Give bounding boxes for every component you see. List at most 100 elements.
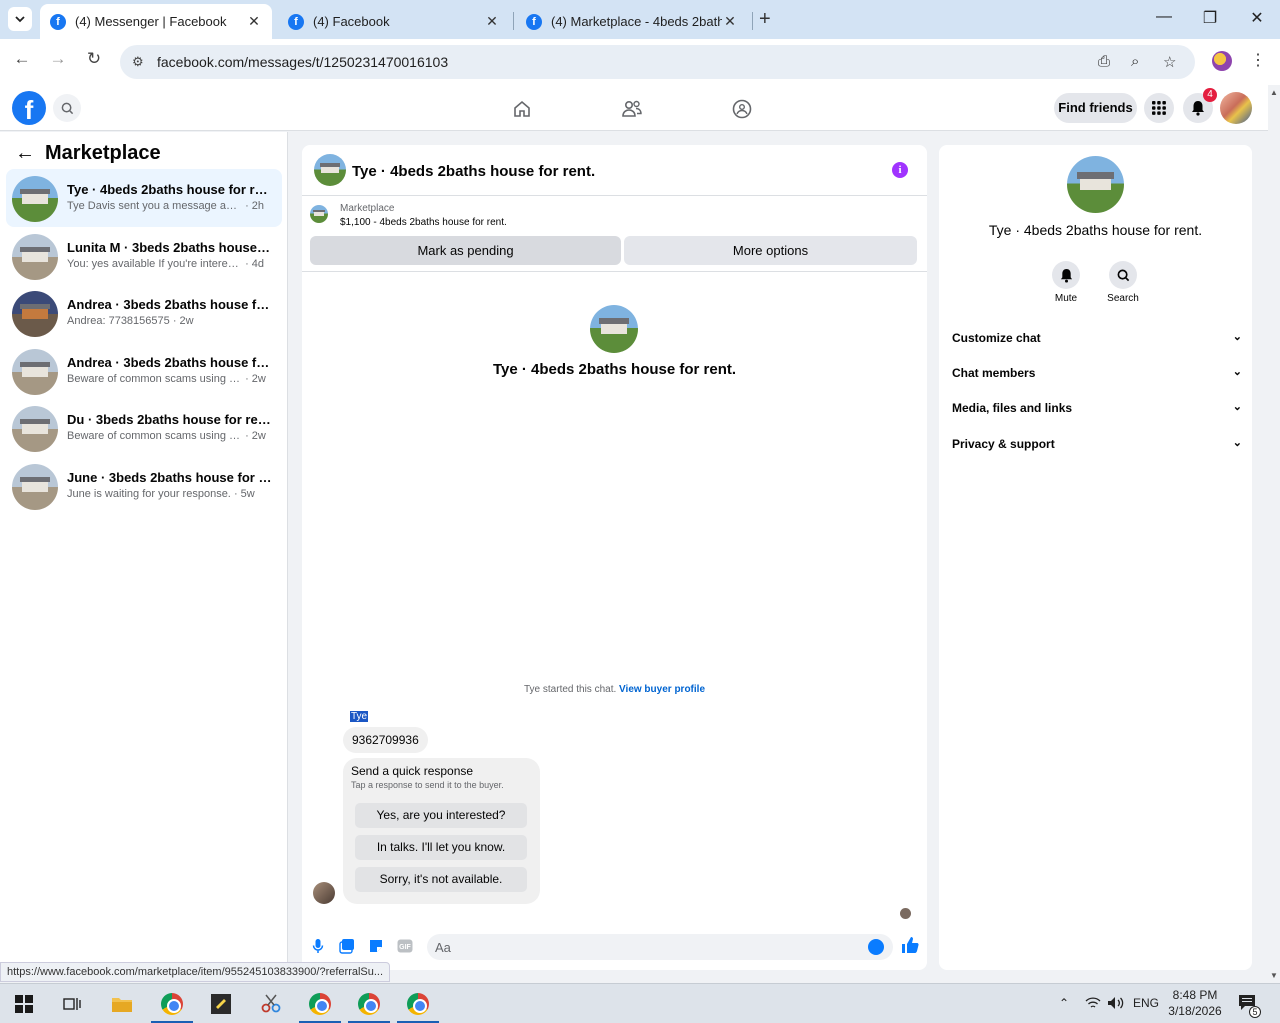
tab-facebook[interactable]: f (4) Facebook ✕ [278, 4, 510, 39]
minimize-button[interactable]: — [1141, 8, 1187, 26]
conversation-item[interactable]: Andrea · 3beds 2baths house for r... And… [6, 284, 282, 342]
network-icon[interactable] [1085, 996, 1101, 1013]
page-scrollbar[interactable]: ▲ ▼ [1268, 85, 1280, 982]
customize-chat-section[interactable]: Customize chat ⌄ [952, 331, 1242, 345]
conversation-item[interactable]: Tye · 4beds 2baths house for rent. Tye D… [6, 169, 282, 227]
browser-toolbar: ← → ↻ ⚙ facebook.com/messages/t/12502314… [0, 39, 1280, 85]
friends-icon [622, 100, 642, 117]
info-avatar [1067, 156, 1124, 213]
search-button[interactable] [53, 94, 81, 122]
friends-nav[interactable] [620, 97, 644, 121]
attach-photo-button[interactable] [339, 938, 355, 954]
chrome-taskbar-button[interactable] [299, 991, 341, 1023]
scroll-up-icon[interactable]: ▲ [1270, 88, 1278, 97]
scissors-icon [261, 994, 281, 1013]
conversation-preview: Beware of common scams using pay... · 2w [67, 373, 266, 385]
chevron-down-icon: ⌄ [1232, 366, 1242, 378]
mute-button[interactable] [1052, 261, 1080, 289]
conversation-item[interactable]: Du · 3beds 2baths house for rent . Bewar… [6, 399, 282, 457]
start-button[interactable] [11, 991, 37, 1017]
listing-thumbnail[interactable] [310, 205, 328, 223]
gif-button[interactable]: GIF [397, 938, 413, 954]
menu-button[interactable] [1144, 93, 1174, 123]
task-view-icon [63, 998, 81, 1010]
emoji-icon[interactable] [868, 939, 884, 955]
tab-marketplace[interactable]: f (4) Marketplace - 4beds 2baths ✕ [516, 4, 748, 39]
message-input[interactable]: Aa [427, 934, 893, 960]
browser-menu-icon[interactable]: ⋮ [1250, 50, 1266, 70]
status-bar-url: https://www.facebook.com/marketplace/ite… [0, 962, 391, 982]
privacy-support-section[interactable]: Privacy & support ⌄ [952, 437, 1242, 451]
install-app-icon[interactable]: ⎙ [1098, 53, 1110, 70]
close-tab-icon[interactable]: ✕ [722, 13, 738, 30]
groups-nav[interactable] [730, 97, 754, 121]
chrome-taskbar-button[interactable] [151, 991, 193, 1023]
quick-reply-button[interactable]: Sorry, it's not available. [355, 867, 527, 892]
account-avatar[interactable] [1220, 92, 1252, 124]
chat-title[interactable]: Tye · 4beds 2baths house for rent. [352, 163, 595, 180]
find-friends-button[interactable]: Find friends [1054, 93, 1137, 123]
language-indicator[interactable]: ENG [1133, 996, 1159, 1010]
show-hidden-icons[interactable]: ⌃ [1059, 996, 1069, 1010]
tab-divider [513, 12, 514, 30]
mic-button[interactable] [310, 938, 326, 954]
browser-tab-strip: f (4) Messenger | Facebook ✕ f (4) Faceb… [0, 0, 1280, 39]
conversation-item[interactable]: June · 3beds 2baths house for rent . Jun… [6, 457, 282, 515]
search-chat-button[interactable] [1109, 261, 1137, 289]
clock-time: 8:48 PM [1172, 988, 1218, 1002]
quick-reply-button[interactable]: In talks. I'll let you know. [355, 835, 527, 860]
like-button[interactable] [901, 936, 919, 954]
chat-avatar[interactable] [314, 154, 346, 186]
message-bubble: 9362709936 [343, 727, 428, 753]
tab-search-button[interactable] [8, 7, 32, 31]
reload-button[interactable]: ↻ [82, 49, 106, 73]
sticky-notes-button[interactable] [208, 991, 234, 1017]
browser-profile-avatar[interactable] [1212, 51, 1232, 71]
quick-response-title: Send a quick response [351, 764, 474, 778]
file-explorer-button[interactable] [109, 991, 135, 1017]
task-view-button[interactable] [59, 991, 85, 1017]
restore-button[interactable]: ❐ [1187, 8, 1233, 28]
chat-started-notice: Tye started this chat. View buyer profil… [524, 684, 705, 695]
tab-title: (4) Messenger | Facebook [75, 14, 227, 29]
new-tab-button[interactable]: + [759, 8, 771, 31]
back-arrow-icon[interactable]: ← [15, 142, 35, 165]
volume-icon[interactable] [1107, 996, 1125, 1013]
listing-price-title[interactable]: $1,100 - 4beds 2baths house for rent. [340, 217, 507, 228]
back-button[interactable]: ← [10, 49, 34, 73]
info-icon[interactable]: i [892, 162, 908, 178]
close-tab-icon[interactable]: ✕ [484, 13, 500, 30]
conversation-item[interactable]: Andrea · 3beds 2baths house for r... Bew… [6, 342, 282, 400]
mark-as-pending-button[interactable]: Mark as pending [310, 236, 621, 265]
zoom-icon[interactable]: ⌕ [1131, 53, 1139, 70]
sticker-button[interactable] [368, 938, 384, 954]
tab-messenger[interactable]: f (4) Messenger | Facebook ✕ [40, 4, 272, 39]
view-buyer-profile-link[interactable]: View buyer profile [619, 684, 705, 695]
close-window-button[interactable]: ✕ [1234, 8, 1280, 28]
speaker-icon [1108, 997, 1124, 1009]
forward-button[interactable]: → [46, 49, 70, 73]
address-bar[interactable]: ⚙ facebook.com/messages/t/12502314700161… [120, 45, 1195, 79]
groups-icon [732, 99, 752, 119]
site-info-icon[interactable]: ⚙ [132, 54, 144, 70]
more-options-button[interactable]: More options [624, 236, 917, 265]
close-tab-icon[interactable]: ✕ [246, 13, 262, 30]
info-name: Tye · 4beds 2baths house for rent. [988, 222, 1203, 238]
scroll-down-icon[interactable]: ▼ [1270, 971, 1278, 980]
bookmark-star-icon[interactable]: ☆ [1163, 53, 1176, 71]
conversation-preview: Tye Davis sent you a message about y... … [67, 200, 265, 212]
conversation-preview: You: yes available If you're interested … [67, 258, 265, 270]
chrome-taskbar-button[interactable] [397, 991, 439, 1023]
chrome-icon [309, 993, 331, 1015]
facebook-logo[interactable]: f [12, 91, 46, 125]
snipping-tool-button[interactable] [258, 991, 284, 1017]
conversation-item[interactable]: Lunita M · 3beds 2baths house for ... Yo… [6, 227, 282, 285]
clock[interactable]: 8:48 PM 3/18/2026 [1166, 987, 1224, 1019]
quick-reply-button[interactable]: Yes, are you interested? [355, 803, 527, 828]
conversation-name: Du · 3beds 2baths house for rent . [67, 412, 272, 427]
home-nav[interactable] [510, 97, 534, 121]
chat-members-section[interactable]: Chat members ⌄ [952, 366, 1242, 380]
chrome-taskbar-button[interactable] [348, 991, 390, 1023]
media-files-links-section[interactable]: Media, files and links ⌄ [952, 401, 1242, 415]
conversation-time: · 4d [245, 258, 265, 270]
